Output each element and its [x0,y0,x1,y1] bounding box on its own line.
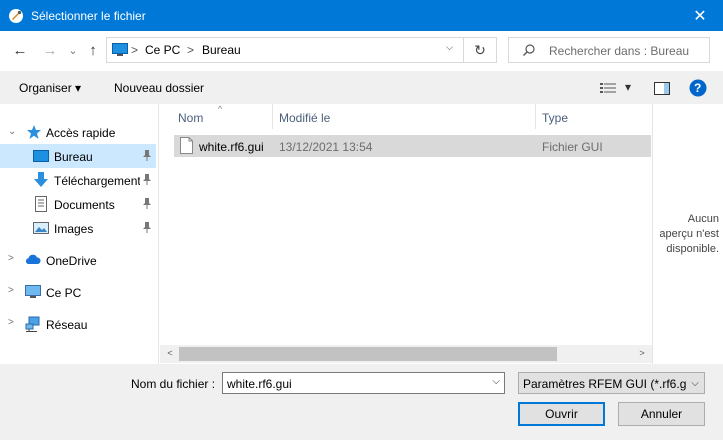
scrollbar-thumb[interactable] [179,347,557,361]
column-header-name[interactable]: Nom ^ [160,104,273,129]
sidebar-item-label: Images [54,222,94,236]
view-caret-icon[interactable]: ▾ [625,80,631,94]
download-icon [34,172,48,187]
star-icon [27,125,41,139]
sidebar-item-documents[interactable]: Documents [0,192,156,216]
sidebar-item-bureau[interactable]: Bureau [0,144,156,168]
chevron-right-icon[interactable]: > [8,317,14,328]
pin-icon [143,198,151,209]
caret-down-icon: ▾ [75,81,82,95]
file-list: Nom ^ Modifié le Type white.rf6.gui 13/1… [160,104,652,364]
preview-pane-button[interactable] [652,79,672,97]
sort-ascending-icon: ^ [218,104,223,114]
filename-label: Nom du fichier : [131,377,216,391]
up-button[interactable]: ↑ [83,40,103,60]
sidebar-item-label: OneDrive [46,254,97,268]
search-placeholder: Rechercher dans : Bureau [549,44,690,58]
breadcrumb-bureau[interactable]: Bureau [202,43,241,57]
new-folder-button[interactable]: Nouveau dossier [114,81,204,95]
help-button[interactable]: ? [688,79,708,97]
cancel-button[interactable]: Annuler [618,402,705,426]
sidebar-item-label: Réseau [46,318,88,332]
cloud-icon [25,254,41,264]
window-title: Sélectionner le fichier [31,9,146,23]
sidebar-item-telechargements[interactable]: Téléchargements [0,168,156,192]
forward-arrow-icon: → [42,41,58,59]
help-icon-glyph: ? [694,81,702,95]
organize-label: Organiser [19,81,72,95]
computer-icon [25,285,41,298]
desktop-icon [33,150,49,162]
column-header-modified[interactable]: Modifié le [273,104,536,129]
address-bar[interactable]: > Ce PC > Bureau ⌵ ↻ [106,37,497,63]
back-button[interactable]: ← [10,40,30,60]
breadcrumb-separator: > [187,43,195,57]
scroll-right-icon[interactable]: > [634,348,650,358]
title-bar: Sélectionner le fichier ✕ [0,0,723,31]
pin-icon [143,222,151,233]
dialog-footer: Nom du fichier : white.rf6.gui ⌵ Paramèt… [0,364,723,440]
network-icon [25,316,40,332]
navigation-bar: ← → ⌄ ↑ > Ce PC > Bureau ⌵ ↻ Rechercher … [0,31,723,71]
column-header-label: Nom [178,111,204,125]
chevron-right-icon[interactable]: > [8,253,14,264]
search-box[interactable]: Rechercher dans : Bureau [508,37,710,63]
pin-icon [143,174,151,185]
app-icon [9,9,23,23]
filetype-value: Paramètres RFEM GUI (*.rf6.gui) [523,377,700,391]
sidebar-item-label: Bureau [54,150,93,164]
sidebar-item-images[interactable]: Images [0,216,156,240]
chevron-down-icon: ⌄ [68,44,78,57]
sidebar-item-reseau[interactable]: > Réseau [0,312,156,336]
chevron-down-icon[interactable]: ⌵ [686,373,704,393]
open-button[interactable]: Ouvrir [518,402,605,426]
filename-value[interactable]: white.rf6.gui [227,377,292,391]
close-icon: ✕ [693,7,707,25]
chevron-right-icon[interactable]: > [8,285,14,296]
file-icon [180,137,193,154]
chevron-expanded-icon[interactable]: ⌄ [8,126,16,137]
breadcrumb-separator: > [131,43,139,57]
file-name: white.rf6.gui [199,140,264,154]
refresh-icon: ↻ [474,41,486,58]
file-modified: 13/12/2021 13:54 [279,140,373,154]
sidebar-item-label: Téléchargements [54,174,140,188]
command-bar: Organiser ▾ Nouveau dossier ▾ ? [0,71,723,104]
filetype-select[interactable]: Paramètres RFEM GUI (*.rf6.gui) ⌵ [518,372,705,394]
refresh-button[interactable]: ↻ [463,38,496,62]
details-view-icon [600,83,616,93]
sidebar-item-label: Documents [54,198,115,212]
image-icon [33,222,49,234]
address-dropdown-icon[interactable]: ⌵ [446,42,453,53]
document-icon [35,196,47,212]
no-preview-message: Aucun aperçu n'est disponible. [659,213,719,255]
column-header-type[interactable]: Type [536,104,652,129]
chevron-down-icon[interactable]: ⌵ [492,376,500,387]
back-arrow-icon: ← [12,41,28,59]
filename-combobox[interactable]: white.rf6.gui ⌵ [222,372,505,394]
forward-button[interactable]: → [40,40,60,60]
computer-icon [112,43,128,56]
close-button[interactable]: ✕ [677,0,723,31]
recent-locations-button[interactable]: ⌄ [63,40,83,60]
pin-icon [143,150,151,161]
view-options-button[interactable] [598,79,618,97]
breadcrumb-ce-pc[interactable]: Ce PC [145,43,180,57]
organize-button[interactable]: Organiser ▾ [19,81,81,95]
preview-pane-icon [654,81,670,95]
preview-pane: Aucun aperçu n'est disponible. [652,104,723,364]
sidebar-item-acces-rapide[interactable]: ⌄ Accès rapide [0,120,156,144]
sidebar-item-ce-pc[interactable]: > Ce PC [0,280,156,304]
navigation-pane: ⌄ Accès rapide Bureau Téléchargements Do… [0,104,159,364]
sidebar-item-label: Ce PC [46,286,82,300]
sidebar-item-onedrive[interactable]: > OneDrive [0,248,156,272]
sidebar-item-label: Accès rapide [46,126,116,140]
scroll-left-icon[interactable]: < [162,348,178,358]
file-row[interactable]: white.rf6.gui 13/12/2021 13:54 Fichier G… [174,135,651,157]
search-icon [523,44,535,56]
horizontal-scrollbar[interactable]: < > [160,345,652,363]
file-type: Fichier GUI [542,140,603,154]
up-arrow-icon: ↑ [89,41,97,59]
